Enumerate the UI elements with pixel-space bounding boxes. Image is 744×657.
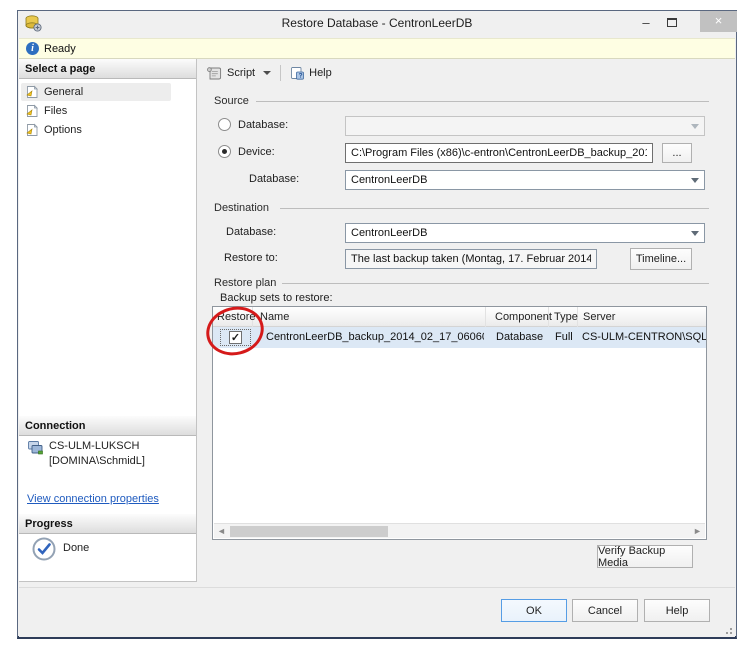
- minimize-button[interactable]: –: [636, 16, 656, 32]
- sidebar-item-general[interactable]: General: [21, 83, 171, 101]
- done-check-icon: [31, 536, 57, 562]
- script-icon: [206, 66, 222, 81]
- source-database-combo-label: Database:: [249, 173, 299, 185]
- page-icon: [25, 85, 39, 99]
- destination-section-label: Destination: [214, 202, 269, 214]
- cell-server: CS-ULM-CENTRON\SQL2008: [582, 331, 706, 343]
- select-a-page-header: Select a page: [19, 59, 196, 79]
- source-divider: [256, 101, 709, 102]
- chevron-down-icon: [691, 178, 699, 183]
- column-header-component[interactable]: Component: [486, 307, 549, 327]
- table-row[interactable]: ✓ CentronLeerDB_backup_2014_02_17_060607…: [213, 327, 706, 348]
- maximize-button[interactable]: [662, 16, 682, 32]
- toolbar-separator: [280, 65, 281, 81]
- source-database-radio-label: Database:: [238, 119, 288, 131]
- timeline-button[interactable]: Timeline...: [630, 248, 692, 270]
- source-database-radio[interactable]: [218, 118, 231, 131]
- status-text: Ready: [44, 43, 76, 55]
- scroll-left-icon[interactable]: ◄: [214, 524, 229, 538]
- cell-type: Full: [555, 331, 579, 343]
- page-icon: [25, 123, 39, 137]
- destination-database-label: Database:: [226, 226, 276, 238]
- footer-bar: OK Cancel Help: [19, 587, 735, 637]
- sidebar-item-options[interactable]: Options: [21, 121, 171, 139]
- cancel-button[interactable]: Cancel: [572, 599, 638, 622]
- verify-backup-media-button[interactable]: Verify Backup Media: [597, 545, 693, 568]
- restore-plan-section-label: Restore plan: [214, 277, 276, 289]
- source-device-radio-label: Device:: [238, 146, 275, 158]
- chevron-down-icon: [691, 124, 699, 129]
- destination-divider: [280, 208, 709, 209]
- connection-header: Connection: [19, 416, 196, 436]
- sidebar-item-label: General: [44, 86, 83, 98]
- left-panel: Select a page General Files: [19, 59, 197, 582]
- browse-device-button[interactable]: ...: [662, 143, 692, 163]
- source-database-combo: [345, 116, 705, 136]
- progress-status: Done: [63, 542, 89, 554]
- column-header-type[interactable]: Type: [549, 307, 578, 327]
- restore-database-dialog: Restore Database - CentronLeerDB – × i R…: [17, 10, 737, 639]
- scroll-right-icon[interactable]: ►: [690, 524, 705, 538]
- view-connection-properties-link[interactable]: View connection properties: [27, 493, 159, 505]
- restore-to-field: The last backup taken (Montag, 17. Febru…: [345, 249, 597, 269]
- help-icon: ?: [290, 66, 304, 80]
- source-device-radio[interactable]: [218, 145, 231, 158]
- help-button[interactable]: Help: [644, 599, 710, 622]
- server-connection-icon: [27, 440, 44, 455]
- ok-button[interactable]: OK: [501, 599, 567, 622]
- dialog-body: Select a page General Files: [19, 59, 735, 587]
- horizontal-scrollbar[interactable]: ◄ ►: [214, 523, 705, 538]
- backup-sets-table: Restore Name Component Type Server ✓ Cen…: [212, 306, 707, 540]
- scrollbar-thumb[interactable]: [230, 526, 388, 537]
- help-toolbar-button[interactable]: Help: [309, 67, 332, 79]
- maximize-icon: [667, 18, 677, 27]
- script-dropdown-icon[interactable]: [263, 71, 271, 75]
- source-section-label: Source: [214, 95, 249, 107]
- close-button[interactable]: ×: [700, 11, 737, 32]
- dialog-toolbar: Script ? Help: [198, 59, 735, 87]
- resize-grip[interactable]: [722, 624, 732, 634]
- source-database-name-combo[interactable]: CentronLeerDB: [345, 170, 705, 190]
- screenshot-canvas: Restore Database - CentronLeerDB – × i R…: [0, 0, 744, 657]
- page-icon: [25, 104, 39, 118]
- destination-database-combo[interactable]: CentronLeerDB: [345, 223, 705, 243]
- title-bar[interactable]: Restore Database - CentronLeerDB – ×: [18, 11, 736, 37]
- sidebar-item-files[interactable]: Files: [21, 102, 171, 120]
- backup-sets-label: Backup sets to restore:: [220, 292, 333, 304]
- svg-text:?: ?: [299, 73, 303, 80]
- progress-header: Progress: [19, 514, 196, 534]
- cell-component: Database: [496, 331, 548, 343]
- info-icon: i: [26, 42, 39, 55]
- restore-to-label: Restore to:: [224, 252, 278, 264]
- script-button[interactable]: Script: [227, 67, 255, 79]
- column-header-name[interactable]: Name: [253, 307, 486, 327]
- connection-server: CS-ULM-LUKSCH: [49, 440, 139, 452]
- content-panel: Script ? Help Source Database:: [198, 59, 735, 587]
- cell-name: CentronLeerDB_backup_2014_02_17_060607_6…: [266, 331, 484, 343]
- connection-user: [DOMINA\SchmidL]: [49, 455, 145, 467]
- chevron-down-icon: [691, 231, 699, 236]
- sidebar-item-label: Options: [44, 124, 82, 136]
- status-bar: i Ready: [19, 38, 735, 59]
- window-title: Restore Database - CentronLeerDB: [18, 16, 736, 30]
- table-header-row: Restore Name Component Type Server: [213, 307, 706, 327]
- device-path-field[interactable]: C:\Program Files (x86)\c-entron\CentronL…: [345, 143, 653, 163]
- column-header-server[interactable]: Server: [578, 307, 706, 327]
- sidebar-item-label: Files: [44, 105, 67, 117]
- restore-plan-divider: [282, 283, 709, 284]
